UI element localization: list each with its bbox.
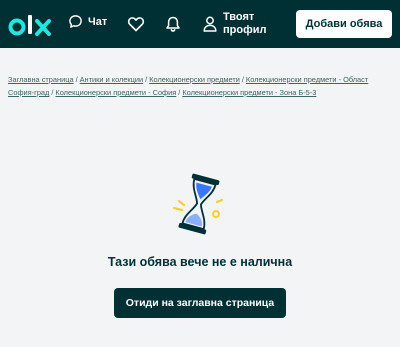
chat-link[interactable]: Чат	[68, 14, 107, 29]
breadcrumb-home[interactable]: Заглавна страница	[8, 75, 74, 84]
profile-link[interactable]: Твоят профил	[203, 11, 269, 37]
profile-label: Твоят профил	[223, 11, 269, 37]
profile-label-line1: Твоят	[223, 11, 255, 23]
ad-unavailable-message: Тази обява вече не е налична	[107, 255, 293, 269]
breadcrumb: Заглавна страница / Антики и колекции / Коле…	[8, 73, 392, 99]
breadcrumb-collectibles-city[interactable]: Колекционерски предмети - София	[55, 88, 176, 97]
chat-label: Чат	[88, 15, 108, 28]
breadcrumb-collectibles[interactable]: Колекционерски предмети	[149, 75, 240, 84]
breadcrumb-antiques[interactable]: Антики и колекции	[80, 75, 144, 84]
heart-icon[interactable]	[127, 15, 145, 33]
top-bar: Чат Твоят профил Добави обява	[0, 0, 400, 48]
breadcrumb-collectibles-zone[interactable]: Колекционерски предмети - Зона Б-5-3	[182, 88, 316, 97]
go-to-homepage-button[interactable]: Отиди на заглавна страница	[114, 288, 286, 318]
chat-bubble-icon	[69, 15, 82, 28]
bell-icon[interactable]	[164, 15, 182, 33]
hourglass-illustration	[172, 173, 224, 235]
user-icon	[203, 16, 217, 32]
olx-logo[interactable]	[8, 12, 56, 38]
profile-label-line2: профил	[223, 24, 267, 36]
post-ad-button[interactable]: Добави обява	[296, 10, 392, 38]
